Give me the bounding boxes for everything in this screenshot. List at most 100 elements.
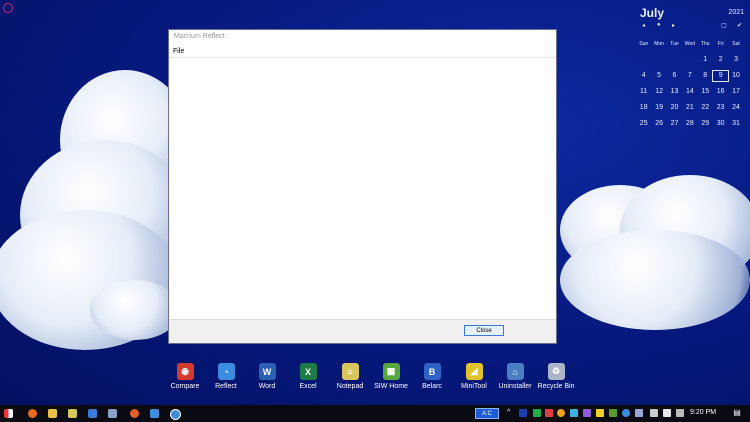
calendar-day[interactable]: 25: [636, 119, 651, 129]
weekday-label: Thu: [700, 41, 710, 47]
weekday-label: Sat: [732, 41, 740, 47]
calendar-day[interactable]: 31: [728, 119, 743, 129]
calendar-day[interactable]: 4: [636, 71, 651, 81]
volume-icon[interactable]: [663, 409, 671, 417]
tray-app6-icon[interactable]: [596, 409, 604, 417]
tray-app3-icon[interactable]: [545, 409, 553, 417]
notepad-icon: ≡: [341, 363, 359, 380]
dock-item-label: Compare: [170, 383, 200, 390]
pc-icon[interactable]: [88, 409, 97, 418]
tray-app2-icon[interactable]: [533, 409, 541, 417]
calendar-day[interactable]: 21: [682, 103, 697, 113]
app-blue-icon[interactable]: [150, 409, 159, 418]
tray-app8-icon[interactable]: [622, 409, 630, 417]
dock-item[interactable]: X Excel: [286, 363, 330, 390]
next-month-icon[interactable]: ▸: [672, 22, 675, 29]
reflect-taskbar-icon[interactable]: [170, 409, 181, 420]
calendar-day[interactable]: 15: [698, 87, 713, 97]
dock-item[interactable]: ◢ MiniTool: [452, 363, 496, 390]
macrium-reflect-window: Macrium Reflect File Close: [168, 29, 557, 344]
tray-app1-icon[interactable]: [519, 409, 527, 417]
calendar-month: July: [640, 6, 665, 20]
dock-item[interactable]: W Word: [245, 363, 289, 390]
dock-item-label: Reflect: [215, 383, 237, 390]
notification-icon[interactable]: ▤: [732, 408, 742, 418]
calendar-day[interactable]: 5: [651, 71, 666, 81]
calendar-day[interactable]: 3: [728, 55, 743, 65]
firefox-icon[interactable]: [28, 409, 37, 418]
siw-home-icon: ▦: [382, 363, 400, 380]
calendar-year: 2021: [728, 9, 744, 16]
belarc-icon: B: [423, 363, 441, 380]
prev-month-icon[interactable]: ◂: [642, 22, 645, 29]
network-icon[interactable]: [650, 409, 658, 417]
window-footer: Close: [169, 319, 556, 343]
weekday-label: Tue: [670, 41, 679, 47]
calendar-day[interactable]: 26: [651, 119, 666, 129]
tray-overflow-icon[interactable]: ^: [507, 409, 515, 417]
keyboard-icon[interactable]: [676, 409, 684, 417]
calendar-grid: Sun Mon Tue Wed Thu Fri Sat 1 2 3 4 5 6 7 8 9 10 11 12 13 14…: [636, 39, 750, 129]
tray-search-icon[interactable]: [557, 409, 565, 417]
ac-button[interactable]: A:C: [475, 408, 499, 419]
calendar-day[interactable]: 27: [667, 119, 682, 129]
dock-item[interactable]: ♻ Recycle Bin: [534, 363, 578, 390]
tray-app4-icon[interactable]: [570, 409, 578, 417]
calendar-day[interactable]: 9: [711, 70, 730, 82]
dock-item-label: Belarc: [422, 383, 442, 390]
close-button[interactable]: Close: [464, 325, 504, 336]
calendar-day[interactable]: 2: [713, 55, 728, 65]
calendar-day[interactable]: 16: [713, 87, 728, 97]
start-icon[interactable]: [4, 409, 13, 418]
calendar-day[interactable]: 20: [667, 103, 682, 113]
dock-item[interactable]: B Belarc: [410, 363, 454, 390]
dock-item-label: Uninstaller: [498, 383, 532, 390]
calendar-day[interactable]: 14: [682, 87, 697, 97]
calendar-day[interactable]: 18: [636, 103, 651, 113]
calendar-day[interactable]: 10: [728, 71, 743, 81]
menu-file[interactable]: File: [173, 48, 184, 55]
dock: ◉ Compare ◔ Reflect W Word X Excel ≡ Notepad ▦ SIW …: [0, 363, 750, 393]
tray-app7-icon[interactable]: [609, 409, 617, 417]
file-explorer-icon[interactable]: [48, 409, 57, 418]
dock-item[interactable]: ◉ Compare: [163, 363, 207, 390]
calendar-day[interactable]: 8: [698, 71, 713, 81]
calendar-day[interactable]: 30: [713, 119, 728, 129]
calendar-day[interactable]: 17: [728, 87, 743, 97]
dock-item[interactable]: ≡ Notepad: [328, 363, 372, 390]
calendar-day[interactable]: 29: [698, 119, 713, 129]
compare-icon: ◉: [176, 363, 194, 380]
calendar-day[interactable]: 6: [667, 71, 682, 81]
dock-item-label: Word: [258, 383, 276, 390]
calendar-day[interactable]: 22: [698, 103, 713, 113]
calendar-day[interactable]: 23: [713, 103, 728, 113]
dock-item-label: SIW Home: [374, 383, 408, 390]
weekday-label: Fri: [717, 41, 724, 47]
calendar-day[interactable]: 24: [728, 103, 743, 113]
tool-icon[interactable]: [108, 409, 117, 418]
calendar-day[interactable]: 11: [636, 87, 651, 97]
dock-item-label: Notepad: [336, 383, 364, 390]
view-toggle-icon[interactable]: ▢: [721, 22, 727, 29]
calendar-day[interactable]: 12: [651, 87, 666, 97]
current-month-icon[interactable]: ●: [657, 22, 661, 28]
calendar-day[interactable]: 1: [698, 55, 713, 65]
calendar-day[interactable]: 7: [682, 71, 697, 81]
app-orange-icon[interactable]: [130, 409, 139, 418]
taskbar: A:C ^ 9:20 PM ▤: [0, 405, 750, 422]
window-title: Macrium Reflect: [174, 33, 225, 40]
dock-item-label: MiniTool: [461, 383, 487, 390]
calendar-day[interactable]: 13: [667, 87, 682, 97]
calendar-day: [636, 55, 651, 65]
dock-item[interactable]: ▦ SIW Home: [369, 363, 413, 390]
tray-app5-icon[interactable]: [583, 409, 591, 417]
check-icon[interactable]: ✔: [737, 22, 742, 29]
weekday-label: Wed: [684, 41, 695, 47]
tray-app9-icon[interactable]: [635, 409, 643, 417]
dock-item[interactable]: ◔ Reflect: [204, 363, 248, 390]
dock-item[interactable]: ⌂ Uninstaller: [493, 363, 537, 390]
calendar-day[interactable]: 19: [651, 103, 666, 113]
clock[interactable]: 9:20 PM: [690, 409, 716, 416]
notepad-taskbar-icon[interactable]: [68, 409, 77, 418]
calendar-day[interactable]: 28: [682, 119, 697, 129]
